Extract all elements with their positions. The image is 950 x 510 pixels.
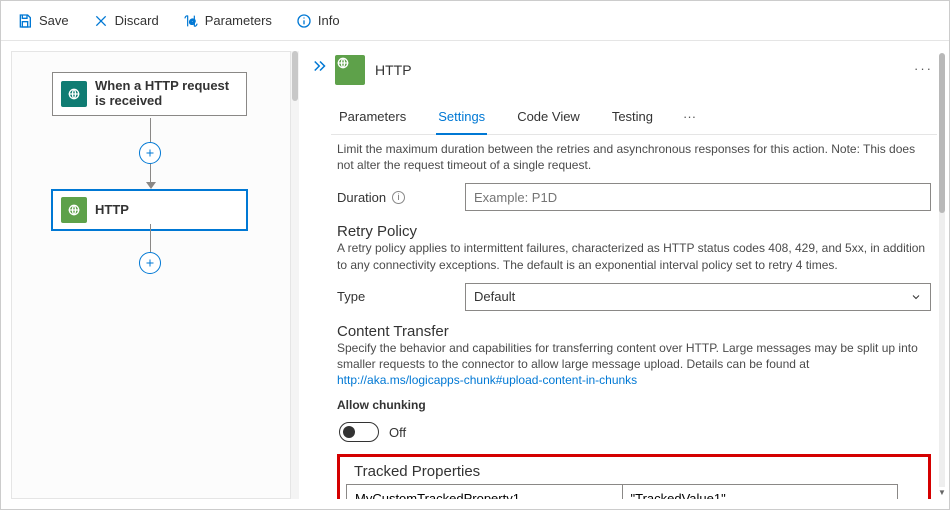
save-icon [17,13,33,29]
discard-label: Discard [115,13,159,28]
tab-settings[interactable]: Settings [436,99,487,134]
tracked-properties-header: Tracked Properties [346,459,922,484]
http-action-icon [61,197,87,223]
tab-testing[interactable]: Testing [610,99,655,134]
add-action-button[interactable] [139,252,161,274]
content-transfer-description: Specify the behavior and capabilities fo… [337,340,931,389]
discard-button[interactable]: Discard [89,9,163,33]
details-pane: HTTP ··· Parameters Settings Code View T… [301,41,949,509]
settings-body: Limit the maximum duration between the r… [331,135,937,499]
tracked-property-key-input[interactable] [347,486,622,499]
edge-segment [150,118,151,142]
allow-chunking-value: Off [389,425,406,440]
collapse-panel-button[interactable] [309,51,331,499]
scroll-down-button[interactable]: ▼ [937,487,947,497]
panel-header: HTTP ··· [331,51,937,93]
edge-segment [150,164,151,182]
duration-input[interactable] [465,183,931,211]
chunking-docs-link[interactable]: http://aka.ms/logicapps-chunk#upload-con… [337,373,637,387]
designer-canvas-pane: When a HTTP request is received HTTP [1,41,301,509]
add-action-button[interactable] [139,142,161,164]
delete-tracked-property-button[interactable] [898,484,922,499]
request-trigger-icon [61,81,87,107]
chevron-down-icon [910,291,922,303]
top-toolbar: Save Discard @ Parameters Info [1,1,949,41]
content-transfer-header: Content Transfer [337,323,931,340]
save-button[interactable]: Save [13,9,73,33]
allow-chunking-toggle[interactable] [339,422,379,442]
http-action-icon [335,55,365,85]
arrowhead-icon [146,182,156,189]
tracked-property-row [347,485,898,499]
tab-bar: Parameters Settings Code View Testing ··… [331,99,937,135]
duration-description: Limit the maximum duration between the r… [337,141,931,173]
tab-parameters[interactable]: Parameters [337,99,408,134]
parameters-button[interactable]: @ Parameters [179,9,276,33]
http-node-title: HTTP [95,203,129,218]
right-scrollbar[interactable]: ▲ ▼ [937,53,947,497]
trigger-node[interactable]: When a HTTP request is received [52,72,247,116]
info-label: Info [318,13,340,28]
tab-overflow-button[interactable]: ··· [683,109,696,124]
parameters-icon: @ [183,13,199,29]
duration-label: Duration i [337,190,457,205]
tracked-property-value-input[interactable] [623,486,898,499]
workflow-canvas[interactable]: When a HTTP request is received HTTP [12,52,290,498]
panel-title: HTTP [375,62,412,78]
left-scrollbar[interactable] [291,51,299,499]
tracked-properties-section: Tracked Properties [337,454,931,499]
scrollbar-thumb[interactable] [939,53,945,213]
svg-text:@: @ [189,18,196,25]
info-button[interactable]: Info [292,9,344,33]
retry-type-label: Type [337,289,457,304]
info-icon [296,13,312,29]
save-label: Save [39,13,69,28]
edge-segment [150,224,151,252]
retry-type-value: Default [474,289,515,304]
scrollbar-thumb[interactable] [292,51,298,101]
tab-code-view[interactable]: Code View [515,99,582,134]
trigger-node-title: When a HTTP request is received [95,79,238,109]
panel-more-button[interactable]: ··· [914,61,933,76]
retry-header: Retry Policy [337,223,931,240]
allow-chunking-label: Allow chunking [337,398,931,412]
info-icon[interactable]: i [392,191,405,204]
retry-type-select[interactable]: Default [465,283,931,311]
retry-description: A retry policy applies to intermittent f… [337,240,931,272]
close-icon [93,13,109,29]
parameters-label: Parameters [205,13,272,28]
